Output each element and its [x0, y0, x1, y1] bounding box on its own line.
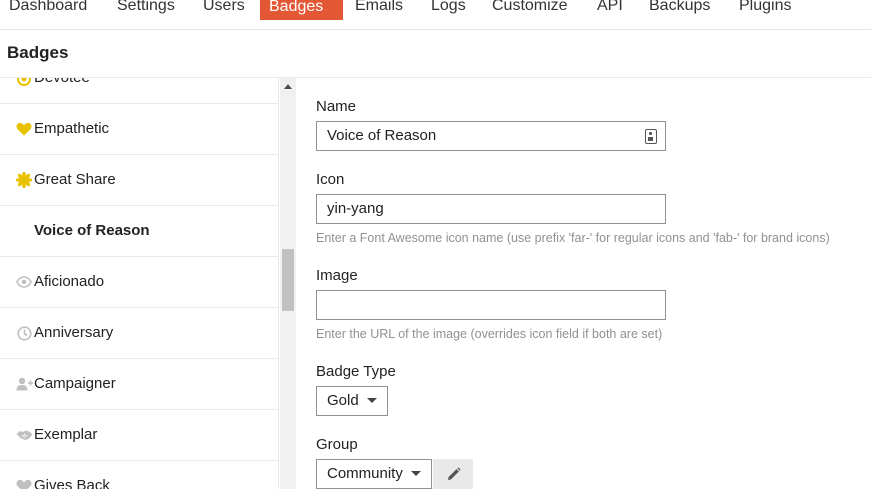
- badge-label: Great Share: [34, 171, 116, 188]
- chevron-down-icon: [410, 470, 421, 476]
- badge-list-item-great-share[interactable]: Great Share: [0, 155, 278, 206]
- badge-list-item-aficionado[interactable]: Aficionado: [0, 257, 278, 308]
- password-manager-icon[interactable]: [645, 129, 657, 144]
- badge-list-scrollbar[interactable]: [280, 78, 296, 489]
- page-title: Badges: [7, 43, 69, 62]
- heart-icon: [15, 477, 33, 489]
- badge-list-item-exemplar[interactable]: Exemplar: [0, 410, 278, 461]
- chevron-down-icon: [366, 397, 377, 403]
- badge-type-label: Badge Type: [316, 363, 396, 380]
- name-label: Name: [316, 98, 357, 115]
- name-input[interactable]: Voice of Reason: [316, 121, 666, 151]
- badge-list-item-empathetic[interactable]: Empathetic: [0, 104, 278, 155]
- nav-emails[interactable]: Emails: [346, 0, 412, 20]
- badge-list-item-gives-back[interactable]: Gives Back: [0, 461, 278, 489]
- nav-plugins[interactable]: Plugins: [730, 0, 800, 20]
- badge-label: Campaigner: [34, 375, 116, 392]
- pencil-icon: [447, 466, 461, 480]
- badge-label: Aficionado: [34, 273, 105, 290]
- nav-backups[interactable]: Backups: [640, 0, 719, 20]
- clock-icon: [15, 324, 33, 342]
- heart-icon: [15, 120, 33, 138]
- image-input[interactable]: [316, 290, 666, 320]
- group-value: Community: [327, 465, 403, 482]
- sun-icon: [15, 78, 33, 88]
- eye-icon: [15, 273, 33, 291]
- image-label: Image: [316, 267, 358, 284]
- nav-settings[interactable]: Settings: [108, 0, 184, 20]
- user-plus-icon: [15, 375, 33, 393]
- image-help-text: Enter the URL of the image (overrides ic…: [316, 327, 663, 341]
- badge-label: Devotee: [34, 78, 90, 86]
- group-select[interactable]: Community: [316, 459, 432, 489]
- scroll-thumb[interactable]: [282, 249, 294, 311]
- nav-badges[interactable]: Badges: [260, 0, 343, 20]
- badge-type-select[interactable]: Gold: [316, 386, 388, 416]
- badge-label: Voice of Reason: [34, 222, 150, 239]
- badge-list-item-voice-of-reason[interactable]: Voice of Reason: [0, 206, 278, 257]
- edit-group-button[interactable]: [433, 459, 473, 489]
- group-label: Group: [316, 436, 358, 453]
- icon-help-text: Enter a Font Awesome icon name (use pref…: [316, 231, 830, 245]
- badge-label: Exemplar: [34, 426, 98, 443]
- certificate-icon: [15, 171, 33, 189]
- admin-nav: Dashboard Settings Users Badges Emails L…: [0, 0, 871, 30]
- icon-label: Icon: [316, 171, 345, 188]
- badge-list-item-campaigner[interactable]: Campaigner: [0, 359, 278, 410]
- nav-customize[interactable]: Customize: [483, 0, 577, 20]
- badge-list-item-devotee[interactable]: Devotee: [0, 78, 278, 104]
- badge-list-item-anniversary[interactable]: Anniversary: [0, 308, 278, 359]
- handshake-icon: [15, 426, 33, 444]
- badge-list: Devotee Empathetic Great Share Voice of …: [0, 78, 279, 489]
- badge-label: Empathetic: [34, 120, 110, 137]
- badge-label: Gives Back: [34, 477, 110, 489]
- nav-api[interactable]: API: [588, 0, 632, 20]
- nav-users[interactable]: Users: [194, 0, 254, 20]
- scroll-up-arrow-icon[interactable]: [284, 84, 292, 89]
- badge-type-value: Gold: [327, 392, 359, 409]
- icon-input-value: yin-yang: [327, 200, 384, 217]
- icon-input[interactable]: yin-yang: [316, 194, 666, 224]
- name-input-value: Voice of Reason: [327, 127, 437, 144]
- nav-dashboard[interactable]: Dashboard: [0, 0, 96, 20]
- nav-logs[interactable]: Logs: [422, 0, 475, 20]
- badge-label: Anniversary: [34, 324, 114, 341]
